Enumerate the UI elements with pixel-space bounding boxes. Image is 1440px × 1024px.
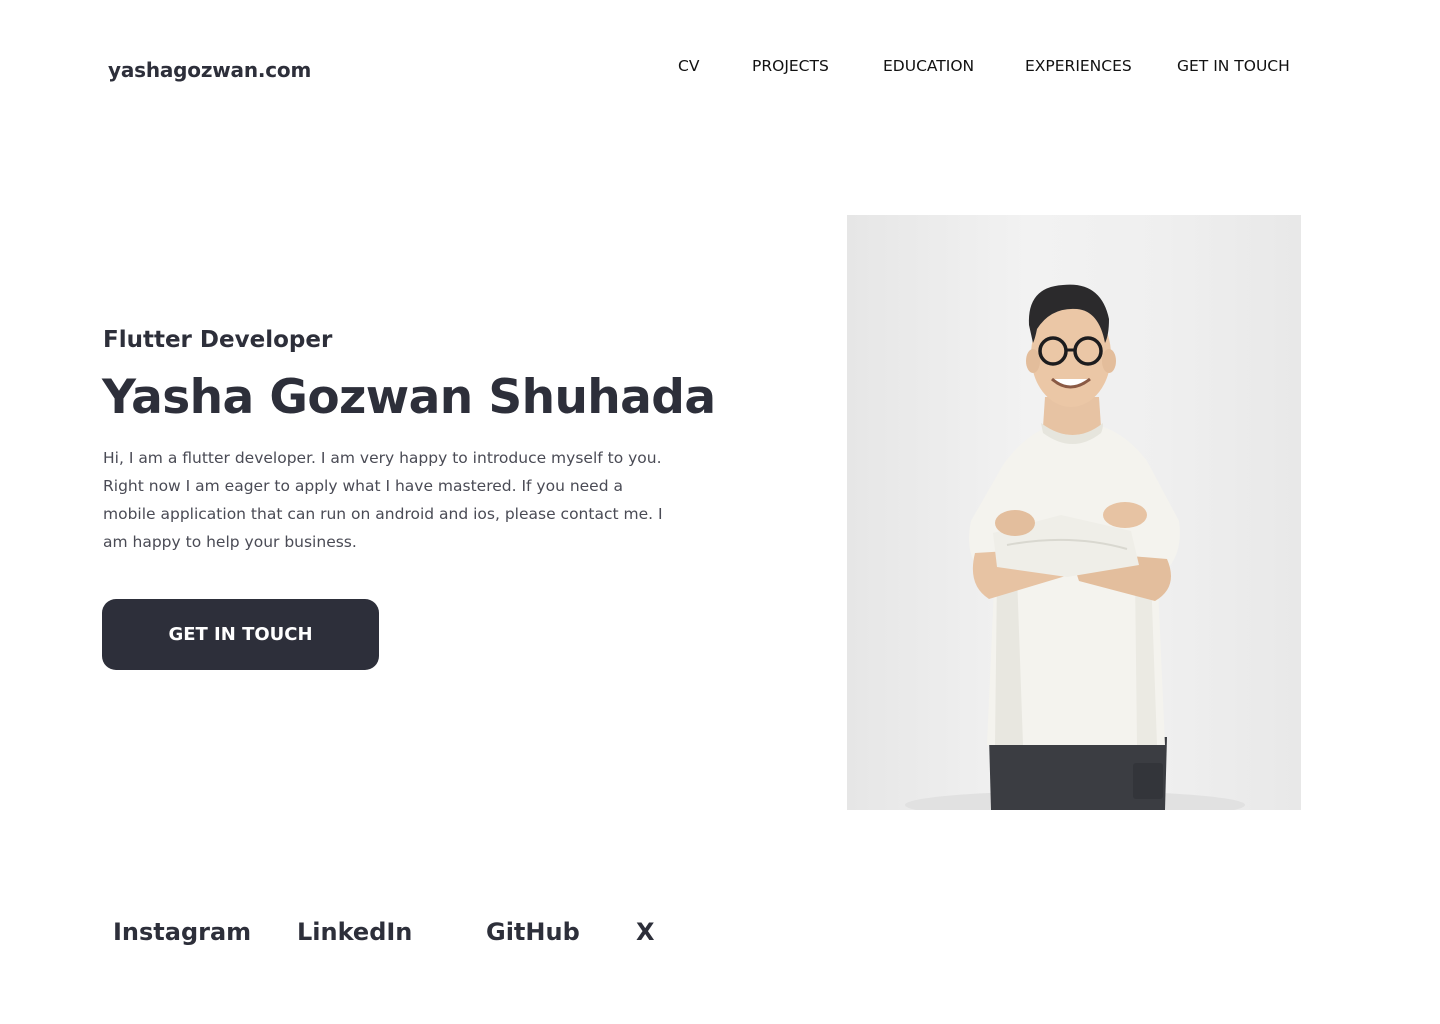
hero-name: Yasha Gozwan Shuhada <box>102 370 716 425</box>
profile-photo-illustration <box>905 284 1245 810</box>
nav-education[interactable]: EDUCATION <box>883 56 974 76</box>
main-nav: CV PROJECTS EDUCATION EXPERIENCES GET IN… <box>0 56 1440 78</box>
nav-cv[interactable]: CV <box>678 56 699 76</box>
social-github[interactable]: GitHub <box>486 918 580 946</box>
social-linkedin[interactable]: LinkedIn <box>297 918 412 946</box>
hero-role: Flutter Developer <box>103 327 333 353</box>
nav-experiences[interactable]: EXPERIENCES <box>1025 56 1132 76</box>
nav-projects[interactable]: PROJECTS <box>752 56 829 76</box>
social-instagram[interactable]: Instagram <box>113 918 251 946</box>
hero-intro: Hi, I am a flutter developer. I am very … <box>103 449 663 551</box>
nav-get-in-touch[interactable]: GET IN TOUCH <box>1177 56 1290 76</box>
profile-photo <box>847 215 1301 810</box>
social-x[interactable]: X <box>636 918 655 946</box>
get-in-touch-button[interactable]: GET IN TOUCH <box>102 599 379 670</box>
